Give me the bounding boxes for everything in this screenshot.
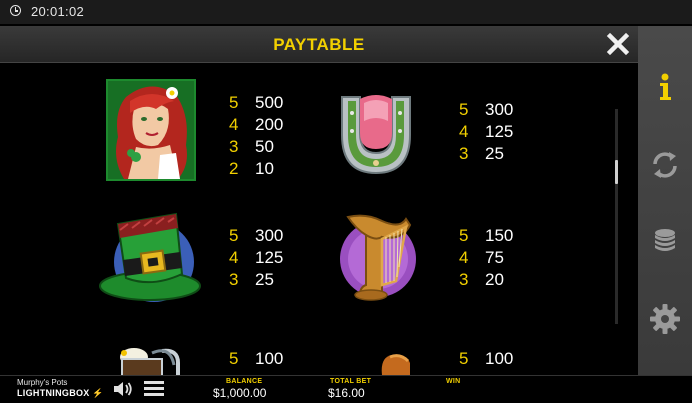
refresh-icon [653, 152, 677, 178]
page-title: PAYTABLE [273, 35, 365, 54]
settings-button[interactable] [638, 294, 692, 344]
game-name: Murphy's Pots [17, 378, 68, 387]
pay-row: 4 75 [459, 248, 504, 267]
pay-row: 5 500 [229, 93, 284, 112]
lady-symbol-icon [106, 79, 196, 181]
pay-row: 5 300 [459, 100, 514, 119]
brand-logo: LIGHTNINGBOX ⚡ [17, 388, 104, 398]
pay-row: 3 50 [229, 137, 274, 156]
pay-row: 5 100 [229, 349, 284, 368]
speaker-icon [114, 382, 132, 396]
close-button[interactable] [602, 30, 632, 58]
pay-list-harp: 5 150 4 75 3 20 [459, 225, 513, 291]
pay-row: 3 25 [229, 270, 274, 289]
beer-mug-symbol-icon [120, 348, 180, 375]
clock-icon [10, 5, 21, 16]
status-bar: 20:01:02 [0, 0, 692, 24]
horseshoe-symbol-icon [341, 95, 411, 175]
pay-row: 3 20 [459, 270, 504, 289]
scrollbar[interactable] [615, 109, 618, 324]
balance-label: BALANCE [226, 378, 263, 385]
scrollbar-thumb[interactable] [615, 160, 618, 184]
menu-icon-bar [144, 381, 164, 384]
bottom-bar: Murphy's Pots LIGHTNINGBOX ⚡ BALANCE $1,… [0, 375, 692, 401]
sound-button[interactable] [113, 380, 133, 398]
pay-row: 4 200 [229, 115, 284, 134]
status-time: 20:01:02 [31, 4, 85, 19]
balance-value: $1,000.00 [213, 386, 267, 400]
coins-button[interactable] [638, 217, 692, 267]
pay-row: 5 150 [459, 226, 514, 245]
info-icon [660, 73, 671, 100]
pay-row: 5 300 [229, 226, 284, 245]
pay-row: 5 100 [459, 349, 514, 368]
pay-list-hat: 5 300 4 125 3 25 [229, 225, 283, 291]
total-bet-value: $16.00 [328, 386, 365, 400]
close-icon [606, 32, 630, 56]
paytable-content[interactable]: 5 500 4 200 3 50 2 10 5 300 4 125 3 25 5 300 4 12… [0, 63, 638, 375]
menu-icon-bar [144, 393, 164, 396]
harp-symbol-icon [340, 214, 416, 301]
refresh-button[interactable] [638, 139, 692, 189]
pay-row: 4 125 [459, 122, 514, 141]
win-label: WIN [446, 378, 461, 385]
coins-icon [655, 229, 675, 251]
leprechaun-hat-symbol-icon [99, 212, 201, 302]
side-panel [638, 26, 692, 375]
boot-symbol-icon [381, 354, 410, 375]
total-bet-label: TOTAL BET [330, 378, 372, 385]
pay-list-boot: 5 100 [459, 348, 513, 370]
pay-row: 3 25 [459, 144, 504, 163]
pay-row: 2 10 [229, 159, 274, 178]
pay-list-horseshoe: 5 300 4 125 3 25 [459, 99, 513, 165]
pay-list-mug: 5 100 [229, 348, 283, 370]
pay-list-lady: 5 500 4 200 3 50 2 10 [229, 92, 283, 180]
gear-icon [650, 304, 680, 334]
menu-button[interactable] [144, 381, 164, 397]
info-button[interactable] [638, 61, 692, 111]
pay-row: 4 125 [229, 248, 284, 267]
paytable-header: PAYTABLE [0, 26, 638, 63]
menu-icon-bar [144, 387, 164, 390]
bolt-icon: ⚡ [92, 388, 104, 398]
